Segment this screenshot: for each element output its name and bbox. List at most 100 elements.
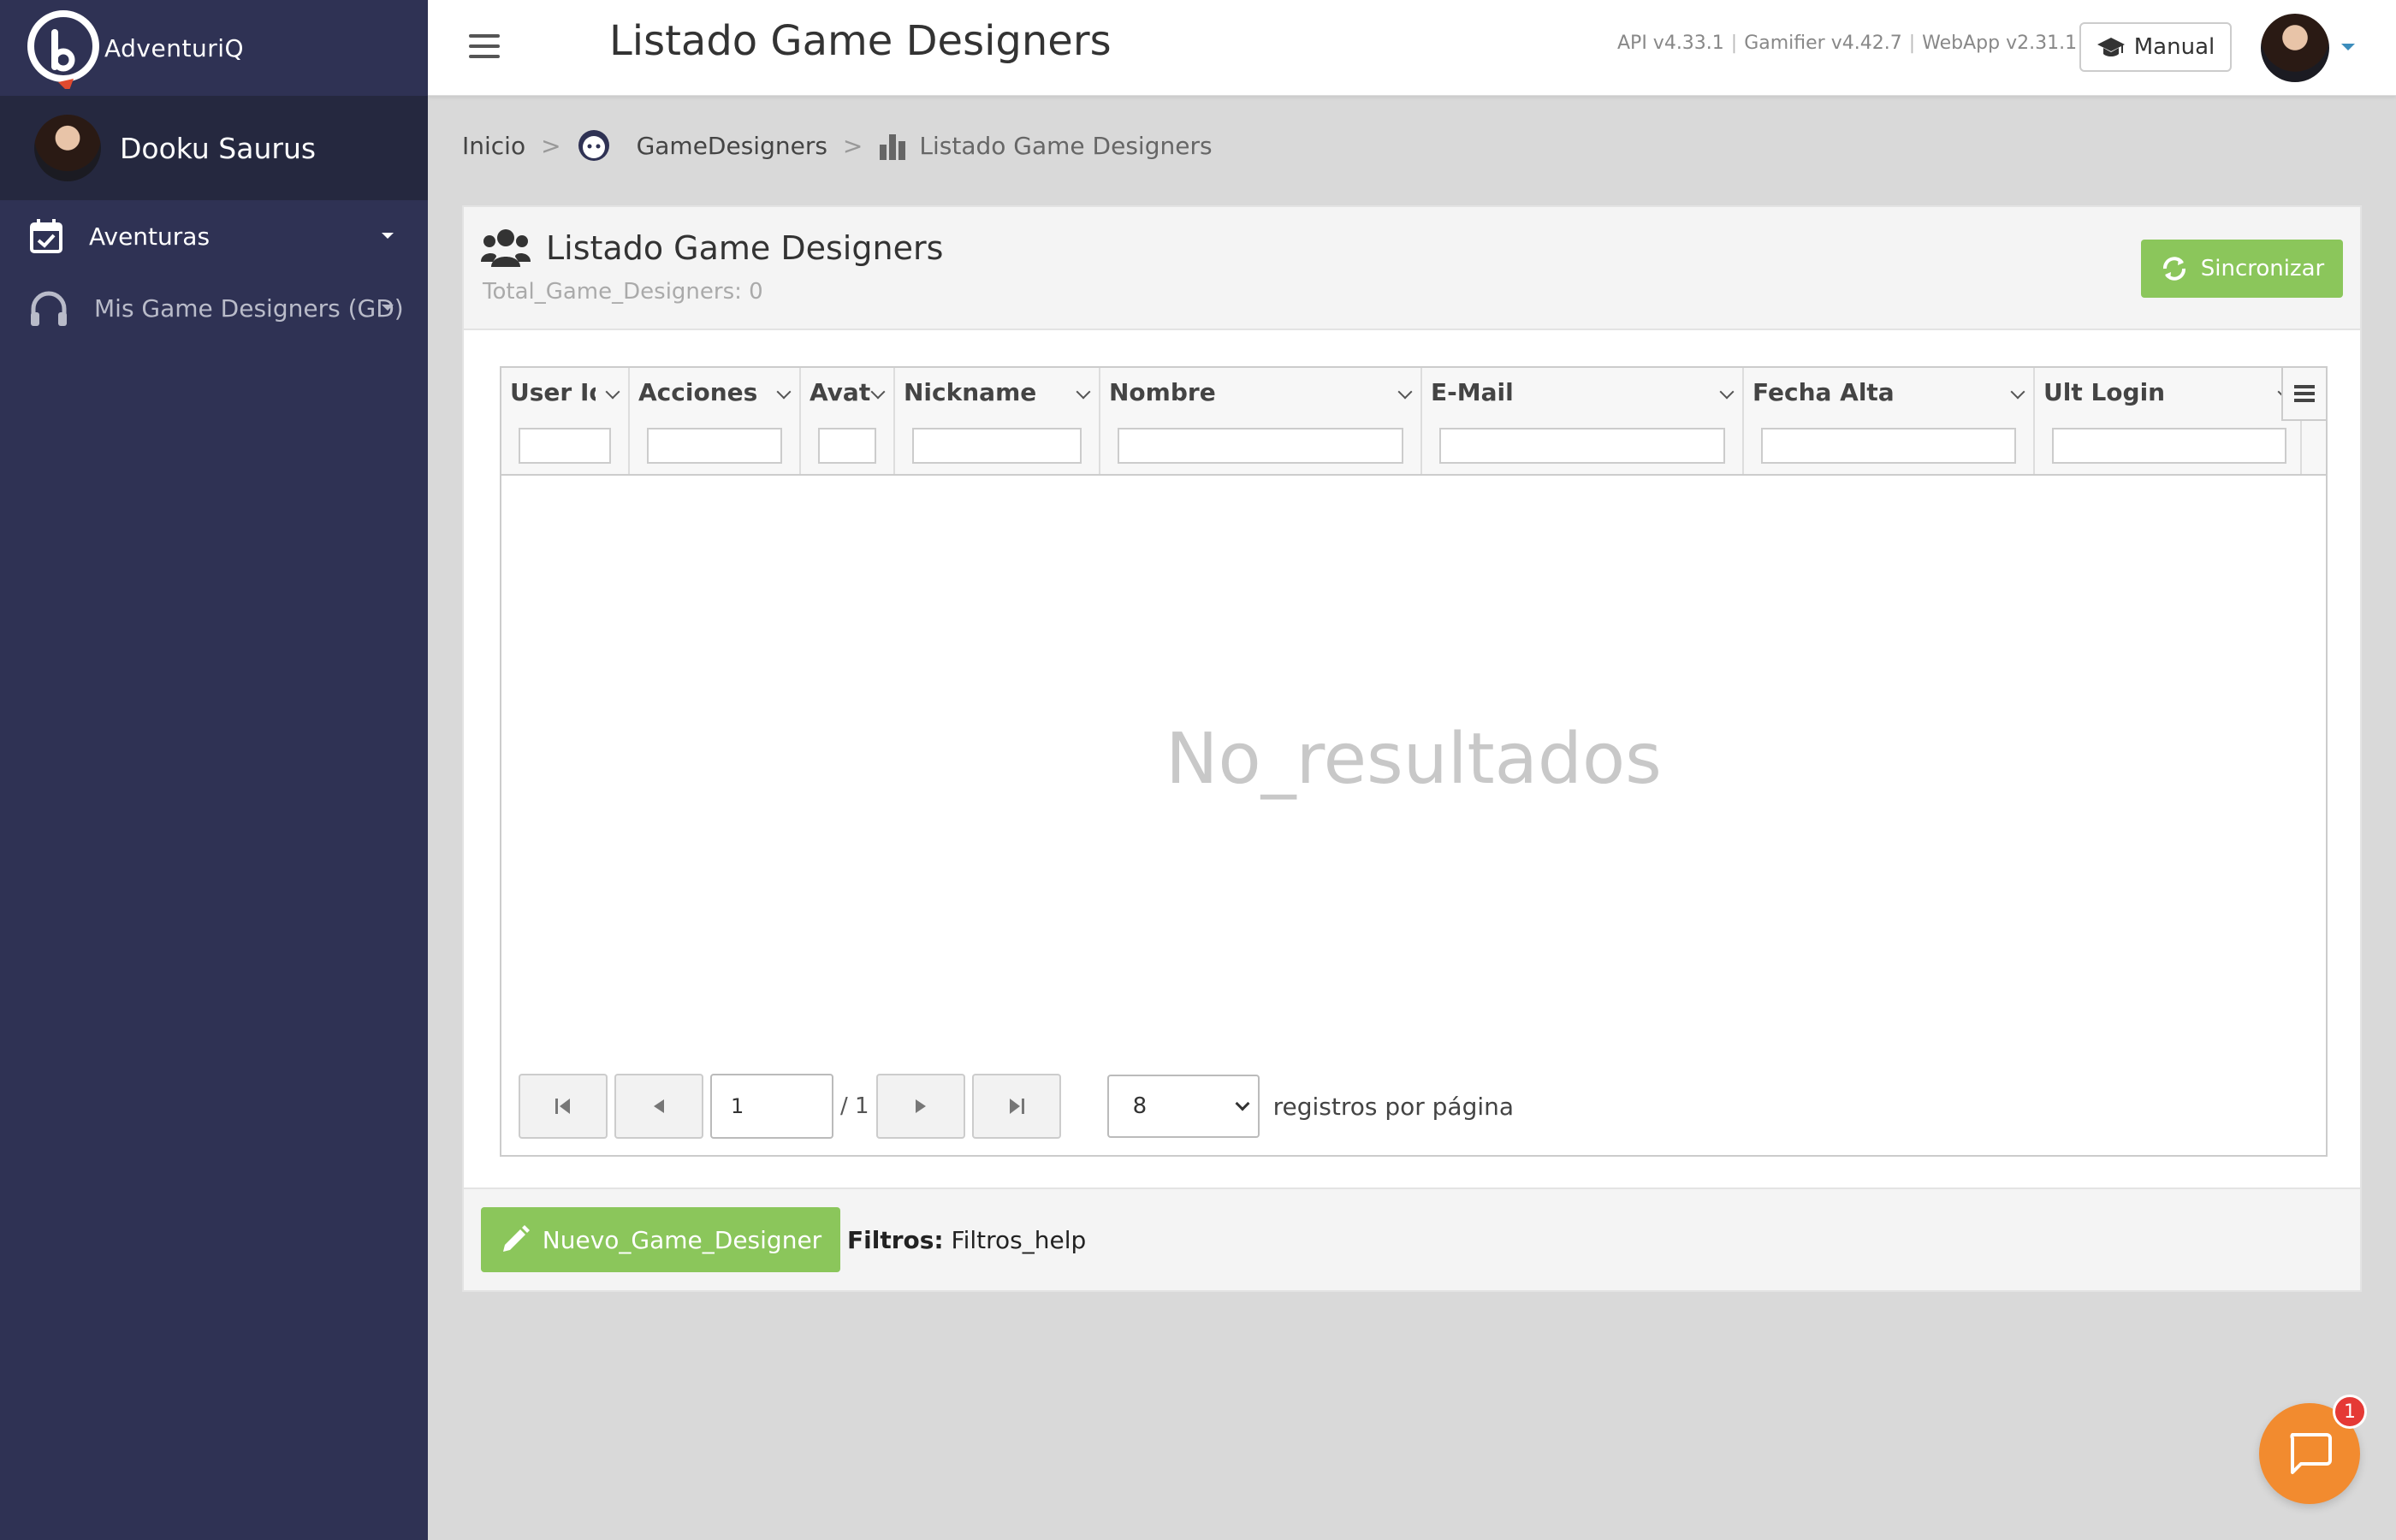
filter-acciones[interactable] xyxy=(647,428,782,464)
manual-button[interactable]: Manual xyxy=(2079,22,2232,72)
chevron-down-icon[interactable] xyxy=(776,384,792,400)
filter-fecha-alta[interactable] xyxy=(1761,428,2016,464)
breadcrumb: Inicio > GameDesigners > Listado Game De… xyxy=(462,128,1213,163)
column-email[interactable]: E-Mail xyxy=(1422,368,1744,474)
chevron-down-icon[interactable] xyxy=(2010,384,2025,400)
user-avatar xyxy=(34,115,101,181)
last-page-button[interactable] xyxy=(971,1074,1061,1139)
sync-icon xyxy=(2162,257,2185,281)
caret-down-icon xyxy=(382,305,394,311)
per-page-label: registros por página xyxy=(1272,1092,1515,1121)
column-acciones[interactable]: Acciones xyxy=(630,368,801,474)
filter-email[interactable] xyxy=(1439,428,1725,464)
header-avatar[interactable] xyxy=(2261,14,2329,82)
new-button-label: Nuevo_Game_Designer xyxy=(542,1225,822,1254)
chevron-down-icon[interactable] xyxy=(1076,384,1091,400)
sidebar: AdventuriQ Dooku Saurus Aventuras Mis Ga… xyxy=(0,0,428,1540)
empty-state-text: No_resultados xyxy=(1165,719,1662,800)
prev-page-button[interactable] xyxy=(614,1074,703,1139)
chat-bubble-icon xyxy=(2290,1433,2332,1474)
page-title: Listado Game Designers xyxy=(609,17,1112,65)
brand-name: AdventuriQ xyxy=(104,33,245,62)
filter-nombre[interactable] xyxy=(1118,428,1403,464)
designers-grid: User Id Acciones Avatar Nickname Nombre xyxy=(500,366,2328,1157)
per-page-select[interactable]: 8 xyxy=(1106,1075,1260,1138)
total-count: Total_Game_Designers: 0 xyxy=(483,279,763,305)
grid-header: User Id Acciones Avatar Nickname Nombre xyxy=(501,368,2326,476)
users-icon xyxy=(481,229,531,267)
new-game-designer-button[interactable]: Nuevo_Game_Designer xyxy=(481,1207,840,1272)
breadcrumb-home[interactable]: Inicio xyxy=(462,132,525,160)
column-title: Acciones xyxy=(638,378,758,406)
menu-toggle-icon[interactable] xyxy=(469,34,500,58)
pencil-icon xyxy=(502,1225,530,1252)
column-user-id[interactable]: User Id xyxy=(501,368,630,474)
page-number-input[interactable]: 1 xyxy=(710,1074,833,1139)
version-info: API v4.33.1 | Gamifier v4.42.7 | WebApp v2.3… xyxy=(1617,33,2078,54)
filters-label: Filtros: xyxy=(847,1225,944,1254)
column-menu-icon[interactable] xyxy=(2281,368,2326,421)
brand-logo xyxy=(26,7,101,92)
column-title: E-Mail xyxy=(1431,378,1514,406)
user-menu-caret-icon[interactable] xyxy=(2341,44,2355,50)
user-panel: Dooku Saurus xyxy=(0,96,428,200)
webapp-version: WebApp v2.31.1 xyxy=(1922,33,2078,54)
panel-title: Listado Game Designers xyxy=(546,229,944,267)
gamifier-version: Gamifier v4.42.7 xyxy=(1744,33,1902,54)
panel-footer: Nuevo_Game_Designer Filtros: Filtros_hel… xyxy=(464,1188,2360,1290)
chevron-down-icon[interactable] xyxy=(870,384,886,400)
sidebar-item-aventuras[interactable]: Aventuras xyxy=(0,200,428,272)
page-total: / 1 xyxy=(840,1093,869,1119)
chevron-down-icon[interactable] xyxy=(1397,384,1413,400)
sync-label: Sincronizar xyxy=(2200,256,2325,281)
column-title: Ult Login xyxy=(2043,378,2166,406)
caret-down-icon xyxy=(382,233,394,239)
breadcrumb-separator: > xyxy=(842,131,863,160)
bar-chart-icon xyxy=(880,134,906,160)
pager: 1 / 1 8 registros por página xyxy=(519,1073,1514,1140)
api-version: API v4.33.1 xyxy=(1617,33,1724,54)
panel-header: Listado Game Designers Total_Game_Design… xyxy=(464,207,2360,330)
column-title: Fecha Alta xyxy=(1753,378,1895,406)
sidebar-item-label: Aventuras xyxy=(89,222,211,251)
column-title: Nickname xyxy=(904,378,1037,406)
column-avatar[interactable]: Avatar xyxy=(801,368,895,474)
breadcrumb-section[interactable]: GameDesigners xyxy=(637,132,827,160)
filter-avatar[interactable] xyxy=(818,428,876,464)
filter-nickname[interactable] xyxy=(912,428,1082,464)
last-page-icon xyxy=(1009,1099,1024,1114)
breadcrumb-separator: > xyxy=(541,131,561,160)
filter-user-id[interactable] xyxy=(519,428,611,464)
first-page-icon xyxy=(555,1099,570,1114)
sidebar-item-game-designers[interactable]: Mis Game Designers (GD) xyxy=(0,272,428,344)
prev-page-icon xyxy=(654,1099,664,1113)
top-header: Listado Game Designers API v4.33.1 | Gamif… xyxy=(428,0,2396,96)
sync-button[interactable]: Sincronizar xyxy=(2141,240,2343,298)
column-nombre[interactable]: Nombre xyxy=(1100,368,1422,474)
chat-notification-badge: 1 xyxy=(2333,1395,2367,1429)
column-fecha-alta[interactable]: Fecha Alta xyxy=(1744,368,2035,474)
next-page-button[interactable] xyxy=(875,1074,965,1139)
sidebar-item-label: Mis Game Designers (GD) xyxy=(94,293,404,323)
manual-label: Manual xyxy=(2133,34,2215,60)
column-ult-login[interactable]: Ult Login xyxy=(2035,368,2302,474)
filter-ult-login[interactable] xyxy=(2052,428,2286,464)
breadcrumb-current: Listado Game Designers xyxy=(919,131,1213,160)
column-title: Avatar xyxy=(810,378,871,406)
user-name: Dooku Saurus xyxy=(120,131,317,165)
column-title: Nombre xyxy=(1109,378,1216,406)
brand[interactable]: AdventuriQ xyxy=(0,0,428,96)
filters-value: Filtros_help xyxy=(951,1225,1087,1254)
first-page-button[interactable] xyxy=(519,1074,608,1139)
calendar-check-icon xyxy=(30,219,62,253)
column-title: User Id xyxy=(510,378,596,406)
chevron-down-icon[interactable] xyxy=(1719,384,1735,400)
next-page-icon xyxy=(915,1099,926,1113)
graduation-cap-icon xyxy=(2096,38,2125,56)
column-nickname[interactable]: Nickname xyxy=(895,368,1100,474)
filters-help: Filtros: Filtros_help xyxy=(847,1226,1086,1254)
designers-panel: Listado Game Designers Total_Game_Design… xyxy=(462,205,2362,1292)
headphones-icon xyxy=(31,291,67,326)
chevron-down-icon[interactable] xyxy=(605,384,620,400)
per-page-value: 8 xyxy=(1132,1093,1148,1119)
